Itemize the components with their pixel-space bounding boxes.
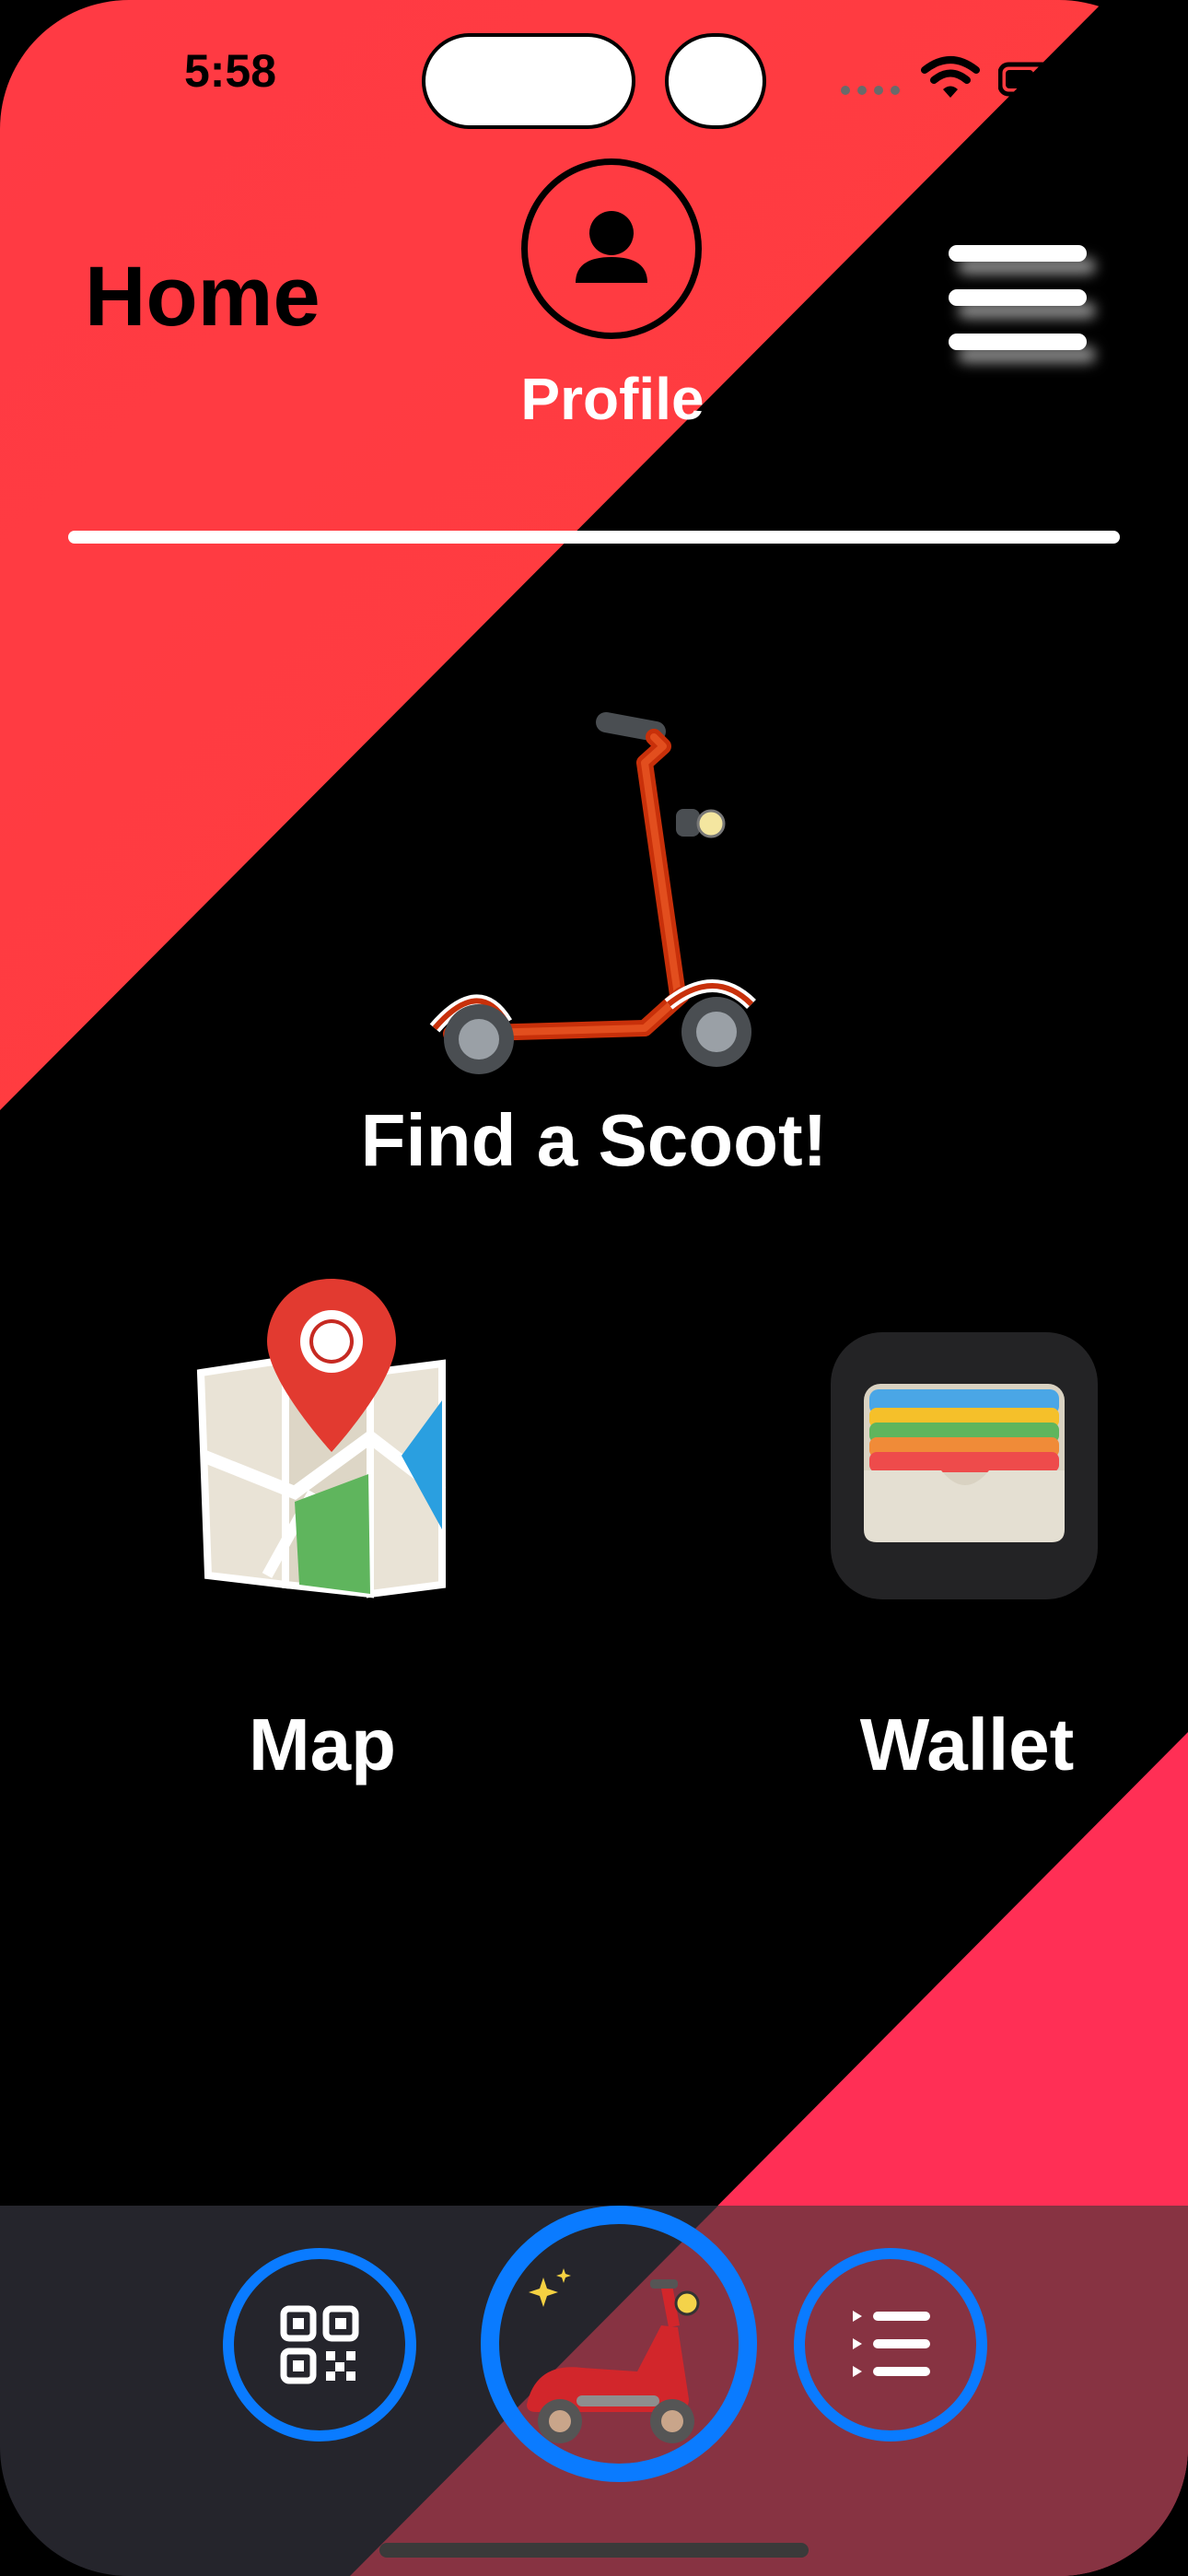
dynamic-island-left [422,33,635,129]
find-scoot-button[interactable]: Find a Scoot! [350,691,838,1207]
person-circle-icon [521,158,702,339]
tab-list-button[interactable] [794,2248,987,2441]
profile-label: Profile [520,366,705,432]
qr-code-icon [280,2305,359,2384]
phone-screen: 5:58 Home Profile Find a Scoot! Map Wall… [0,0,1188,2576]
wifi-icon [921,56,980,98]
map-label: Map [249,1704,396,1786]
page-title: Home [85,250,320,344]
list-icon [853,2311,930,2377]
profile-button[interactable]: Profile [516,157,709,433]
find-scoot-label: Find a Scoot! [360,1099,828,1181]
motor-scooter-icon [527,2268,700,2443]
header-divider [68,531,1120,544]
cellular-signal-icon [841,86,900,95]
home-indicator[interactable] [379,2543,809,2558]
status-time: 5:58 [183,45,277,97]
tab-scan-button[interactable] [223,2248,416,2441]
map-button[interactable]: Map [175,1271,470,1797]
dynamic-island-right [665,33,766,129]
tab-ride-button[interactable] [481,2206,757,2482]
tab-bar [0,2206,1188,2576]
menu-button[interactable] [938,230,1112,387]
wallet-button[interactable]: Wallet [820,1327,1114,1797]
wallet-label: Wallet [859,1704,1075,1786]
kick-scooter-icon [429,712,756,1074]
map-icon [196,1279,447,1598]
wallet-icon [831,1332,1098,1599]
battery-icon [998,62,1054,97]
